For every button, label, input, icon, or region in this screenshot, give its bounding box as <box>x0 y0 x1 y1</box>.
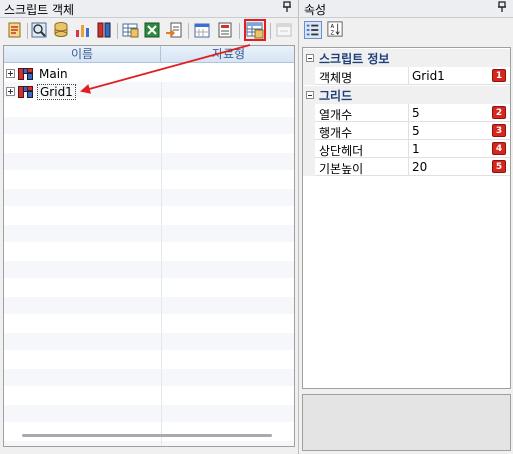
empty-row <box>4 333 294 350</box>
property-toolbar: AZ <box>300 18 513 44</box>
property-name: 객체명 <box>319 71 353 85</box>
collapse-icon[interactable] <box>306 54 314 62</box>
property-value[interactable]: 1 <box>412 142 420 156</box>
chart-icon[interactable] <box>74 21 92 39</box>
empty-row <box>4 351 294 368</box>
column-header-name[interactable]: 이름 <box>4 46 161 63</box>
excel-icon[interactable] <box>143 21 161 39</box>
svg-text:Z: Z <box>331 30 335 36</box>
object-icon <box>18 67 33 80</box>
number-badge: 5 <box>492 160 506 173</box>
script-objects-panel: 스크립트 객체 이름 자료형 Main Grid1 <box>0 0 299 454</box>
empty-row <box>4 225 294 242</box>
form-icon[interactable] <box>30 21 48 39</box>
empty-row <box>4 387 294 404</box>
property-name: 상단헤더 <box>319 144 364 158</box>
property-value[interactable]: Grid1 <box>412 69 445 83</box>
empty-row <box>4 369 294 386</box>
alphabetical-view-button[interactable]: AZ <box>327 21 345 39</box>
property-name: 기본높이 <box>319 162 364 176</box>
empty-row <box>4 405 294 422</box>
calendar-icon[interactable] <box>193 21 211 39</box>
pin-icon[interactable] <box>282 1 292 16</box>
tree-item-label: Main <box>39 66 68 81</box>
number-badge: 2 <box>492 106 506 119</box>
property-row[interactable]: 행개수 5 3 <box>303 122 510 140</box>
empty-row <box>4 441 294 446</box>
tree-row[interactable]: Main <box>4 65 294 82</box>
expand-icon[interactable] <box>6 69 15 78</box>
table-icon[interactable] <box>95 21 113 39</box>
property-row[interactable]: 기본높이 20 5 <box>303 158 510 176</box>
empty-row <box>4 297 294 314</box>
number-badge: 1 <box>492 69 506 82</box>
property-row[interactable]: 객체명 Grid1 1 <box>303 67 510 85</box>
svg-text:A: A <box>331 24 335 30</box>
empty-row <box>4 117 294 134</box>
property-description-pane <box>302 394 511 451</box>
object-icon <box>18 85 33 98</box>
window-icon[interactable] <box>275 21 293 39</box>
number-badge: 4 <box>492 142 506 155</box>
property-value[interactable]: 5 <box>412 106 420 120</box>
list-icon <box>306 24 319 36</box>
empty-row <box>4 243 294 260</box>
database-icon[interactable] <box>52 21 70 39</box>
property-row[interactable]: 열개수 5 2 <box>303 104 510 122</box>
export-icon[interactable] <box>165 21 183 39</box>
empty-row <box>4 189 294 206</box>
expand-icon[interactable] <box>6 87 15 96</box>
empty-row <box>4 423 294 440</box>
grid-add-icon[interactable] <box>244 19 266 41</box>
empty-row <box>4 207 294 224</box>
objects-toolbar <box>0 18 298 44</box>
panel-title: 스크립트 객체 <box>4 3 75 17</box>
grid-icon[interactable] <box>121 21 139 39</box>
property-row[interactable]: 상단헤더 1 4 <box>303 140 510 158</box>
empty-row <box>4 315 294 332</box>
collapse-icon[interactable] <box>306 91 314 99</box>
number-badge: 3 <box>492 124 506 137</box>
category-script-info[interactable]: 스크립트 정보 <box>303 49 510 67</box>
column-header-type[interactable]: 자료형 <box>161 46 294 63</box>
tree-item-label: Grid1 <box>37 83 76 100</box>
property-name: 행개수 <box>319 126 353 140</box>
empty-row <box>4 261 294 278</box>
empty-row <box>4 153 294 170</box>
categorized-view-button[interactable] <box>304 21 322 39</box>
pin-icon[interactable] <box>497 1 507 16</box>
property-name: 열개수 <box>319 108 353 122</box>
empty-row <box>4 135 294 152</box>
tree-row[interactable]: Grid1 <box>4 83 294 100</box>
property-value[interactable]: 20 <box>412 160 427 174</box>
empty-row <box>4 279 294 296</box>
script-add-icon[interactable] <box>6 21 24 39</box>
properties-panel: 속성 AZ 스크립트 정보 객체명 Grid1 1 그리드 열개수 5 2 행개… <box>300 0 513 454</box>
property-grid: 스크립트 정보 객체명 Grid1 1 그리드 열개수 5 2 행개수 5 3 <box>302 47 511 389</box>
category-grid[interactable]: 그리드 <box>303 86 510 104</box>
empty-row <box>4 99 294 116</box>
property-value[interactable]: 5 <box>412 124 420 138</box>
object-tree-grid: 이름 자료형 Main Grid1 <box>3 45 295 447</box>
empty-row <box>4 171 294 188</box>
panel-title: 속성 <box>304 3 327 17</box>
panel-title-bar: 속성 <box>300 0 513 18</box>
panel-title-bar: 스크립트 객체 <box>0 0 298 18</box>
horizontal-scrollbar[interactable] <box>22 434 272 437</box>
sort-az-icon: AZ <box>327 21 343 37</box>
report-icon[interactable] <box>216 21 234 39</box>
